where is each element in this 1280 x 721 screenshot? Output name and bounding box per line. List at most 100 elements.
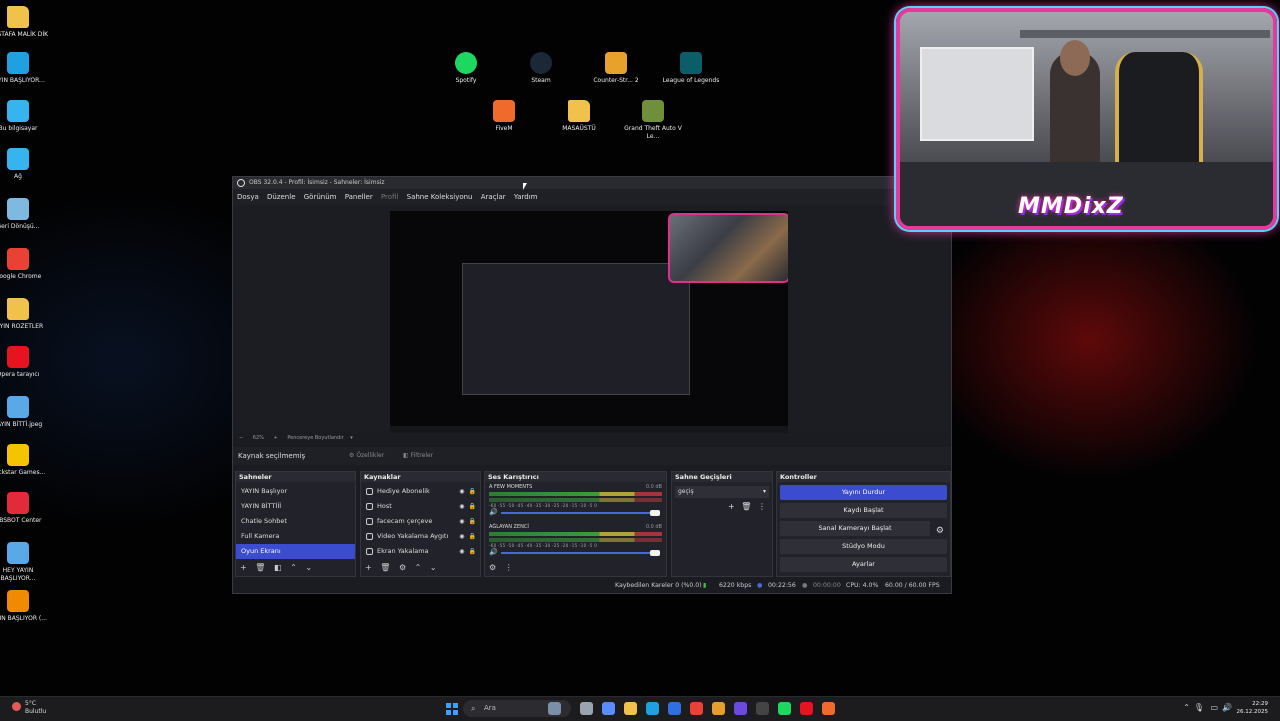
move-down-icon[interactable]: ⌄ [430,563,437,572]
opera-icon[interactable] [800,702,813,715]
fivem-icon[interactable] [822,702,835,715]
move-down-icon[interactable]: ⌄ [305,563,312,572]
lock-icon[interactable]: 🔒 [469,529,476,544]
file-explorer-icon[interactable] [548,702,561,715]
scene-item[interactable]: Chatle Sohbet [236,514,355,529]
store-icon[interactable] [668,702,681,715]
desktop-shortcut[interactable]: League of Legends [659,52,723,85]
desktop-shortcut[interactable]: Ağ [0,148,50,181]
desktop-shortcut[interactable]: Rockstar Games... [0,444,50,477]
properties-button[interactable]: ⚙ Özellikler [345,451,388,461]
scene-item[interactable]: YAYIN Başlıyor [236,484,355,499]
lock-icon[interactable]: 🔒 [469,544,476,559]
settings-button[interactable]: Ayarlar [780,557,947,572]
desktop-shortcut[interactable]: Grand Theft Auto V Le... [621,100,685,141]
obs-icon[interactable] [756,702,769,715]
more-options-icon[interactable]: ⋮ [505,563,513,572]
fit-to-window[interactable]: Pencereye Boyutlandır [287,435,343,441]
add-transition-icon[interactable]: + [728,502,735,511]
filters-button[interactable]: ◧ Filtreler [399,451,437,461]
folder-icon[interactable] [624,702,637,715]
volume-fader[interactable]: 🔊 [489,548,662,557]
edge-icon[interactable] [646,702,659,715]
desktop-shortcut[interactable]: Geri Dönüşü... [0,198,50,231]
zoom-out-icon[interactable]: − [239,435,243,441]
speaker-icon[interactable]: 🔊 [489,548,498,556]
task-view-icon[interactable] [580,702,593,715]
start-virtual-camera-button[interactable]: Sanal Kamerayı Başlat [780,521,930,536]
chrome-icon[interactable] [690,702,703,715]
lock-icon[interactable]: 🔒 [469,499,476,514]
desktop-shortcut[interactable]: HEY YAYIN BAŞLIYOR... [0,542,50,583]
source-item[interactable]: Host 🔒 ◉ [361,499,480,514]
lock-icon[interactable]: 🔒 [469,484,476,499]
spotify-icon[interactable] [778,702,791,715]
desktop-shortcut[interactable]: Counter-Str... 2 [584,52,648,85]
desktop-shortcut[interactable]: YAYIN BAŞLIYOR... [0,52,50,85]
desktop-shortcut[interactable]: Steam [509,52,573,85]
menu-sahne-koleksiyonu[interactable]: Sahne Koleksiyonu [407,193,473,201]
chevron-up-icon[interactable]: ⌃ [1183,703,1190,712]
desktop-shortcut[interactable]: MASAÜSTÜ [547,100,611,133]
move-up-icon[interactable]: ⌃ [415,563,422,572]
menu-araclar[interactable]: Araçlar [481,193,506,201]
add-scene-icon[interactable]: + [240,563,247,572]
desktop-shortcut[interactable]: FiveM [472,100,536,133]
source-item[interactable]: Hediye Abonelik 🔒 ◉ [361,484,480,499]
scene-item[interactable]: YAYIN BİTTİİİ [236,499,355,514]
remove-scene-icon[interactable]: 🗑 [255,563,265,572]
source-settings-icon[interactable]: ⚙ [399,563,406,572]
zoom-in-icon[interactable]: + [274,435,278,441]
menu-profil[interactable]: Profil [381,193,398,201]
source-item[interactable]: Video Yakalama Aygıtı 🔒 ◉ [361,529,480,544]
mic-icon[interactable]: 🎙 [1194,703,1204,712]
studio-mode-button[interactable]: Stüdyo Modu [780,539,947,554]
source-item[interactable]: Ekran Yakalama 🔒 ◉ [361,544,480,559]
desktop-shortcut[interactable]: YAYIN BAŞLIYOR (... [0,590,50,623]
desktop-shortcut[interactable]: Opera tarayıcı [0,346,50,379]
menu-gorunum[interactable]: Görünüm [304,193,337,201]
desktop-shortcut[interactable]: MUSTAFA MALİK DİK [0,6,50,39]
windows-start-icon[interactable] [446,703,458,715]
desktop-shortcut[interactable]: YAYIN BİTTİ.jpeg [0,396,50,429]
start-recording-button[interactable]: Kaydı Başlat [780,503,947,518]
advanced-audio-icon[interactable]: ⚙ [489,563,496,572]
fit-dropdown-icon[interactable]: ▾ [350,435,353,441]
remove-source-icon[interactable]: 🗑 [380,563,390,572]
desktop-shortcut[interactable]: Google Chrome [0,248,50,281]
desktop-shortcut[interactable]: OBSBOT Center [0,492,50,525]
source-item[interactable]: facecam çerçeve 🔒 ◉ [361,514,480,529]
eye-icon[interactable]: ◉ [459,544,464,559]
network-icon[interactable]: ▭ [1210,703,1218,712]
menu-paneller[interactable]: Paneller [345,193,373,201]
volume-icon[interactable]: 🔊 [1222,703,1232,712]
transition-select[interactable]: geçiş ▾ [675,486,769,498]
speaker-icon[interactable]: 🔊 [489,508,498,516]
obs-title-bar[interactable]: OBS 32.0.4 - Profil: İsimsiz - Sahneler:… [233,177,951,189]
scene-item-selected[interactable]: Oyun Ekranı [236,544,355,559]
menu-yardim[interactable]: Yardım [514,193,538,201]
remove-transition-icon[interactable]: 🗑 [741,502,751,511]
lock-icon[interactable]: 🔒 [469,514,476,529]
more-options-icon[interactable]: ⋮ [758,502,766,511]
add-source-icon[interactable]: + [365,563,372,572]
volume-fader[interactable]: 🔊 [489,508,662,517]
scene-filter-icon[interactable]: ◧ [274,563,282,572]
eye-icon[interactable]: ◉ [459,499,464,514]
menu-dosya[interactable]: Dosya [237,193,259,201]
scene-item[interactable]: Full Kamera [236,529,355,544]
program-preview[interactable] [390,211,788,433]
eye-icon[interactable]: ◉ [459,529,464,544]
copilot-icon[interactable] [602,702,615,715]
move-up-icon[interactable]: ⌃ [290,563,297,572]
menu-duzenle[interactable]: Düzenle [267,193,296,201]
desktop-shortcut[interactable]: Bu bilgisayar [0,100,50,133]
taskbar-clock[interactable]: 22:29 26.12.2025 [1237,700,1269,716]
calculator-icon[interactable] [734,702,747,715]
stop-streaming-button[interactable]: Yayını Durdur [780,485,947,500]
gear-icon[interactable]: ⚙ [936,524,944,539]
desktop-shortcut[interactable]: Spotify [434,52,498,85]
desktop-shortcut[interactable]: YAYIN ROZETLER [0,298,50,331]
eye-icon[interactable]: ◉ [459,514,464,529]
chrome-canary-icon[interactable] [712,702,725,715]
